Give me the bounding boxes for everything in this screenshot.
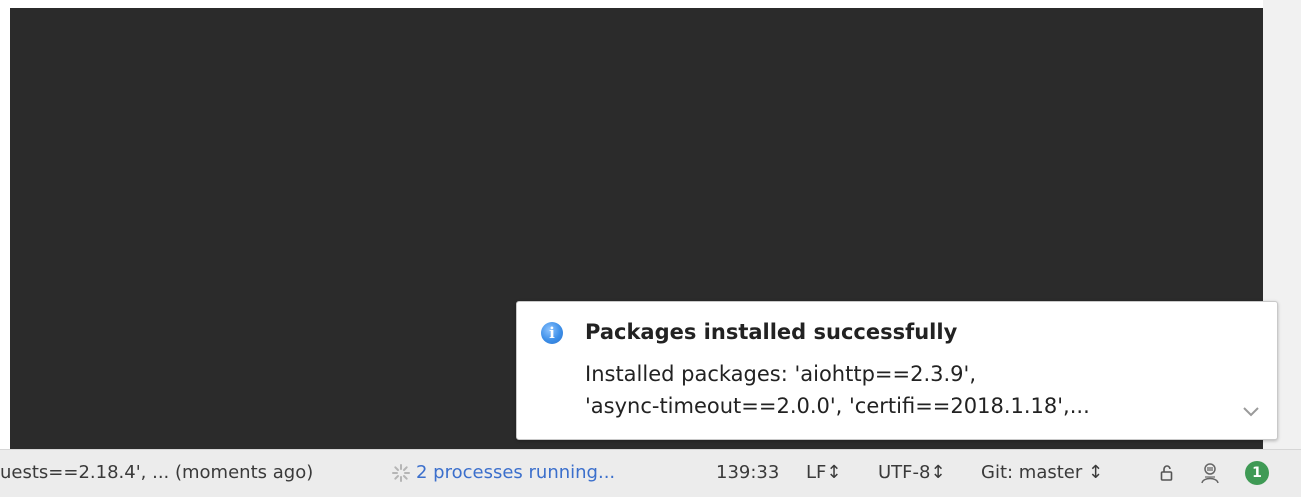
- notification-balloon[interactable]: i Packages installed successfully Instal…: [516, 301, 1278, 440]
- notification-body-line: 'async-timeout==2.0.0', 'certifi==2018.1…: [585, 394, 1090, 418]
- line-separator-selector[interactable]: LF↕: [806, 450, 841, 496]
- chevron-down-icon[interactable]: [1241, 403, 1261, 419]
- notification-title: Packages installed successfully: [585, 320, 958, 344]
- lock-icon[interactable]: [1159, 464, 1175, 482]
- encoding-selector[interactable]: UTF-8↕: [878, 450, 946, 496]
- event-log-icon[interactable]: 1: [1245, 461, 1269, 485]
- status-bar: uests==2.18.4', ... (moments ago) 2 proc…: [0, 449, 1301, 497]
- info-icon: i: [541, 322, 563, 344]
- inspector-icon[interactable]: [1198, 461, 1222, 485]
- git-branch-selector[interactable]: Git: master ↕: [981, 450, 1103, 496]
- background-processes-link[interactable]: 2 processes running...: [416, 450, 615, 496]
- notification-body-line: Installed packages: 'aiohttp==2.3.9',: [585, 362, 976, 386]
- caret-position[interactable]: 139:33: [716, 450, 779, 496]
- spinner-icon: [392, 464, 410, 482]
- notification-body: Installed packages: 'aiohttp==2.3.9', 'a…: [585, 358, 1090, 422]
- last-event-message[interactable]: uests==2.18.4', ... (moments ago): [0, 450, 313, 496]
